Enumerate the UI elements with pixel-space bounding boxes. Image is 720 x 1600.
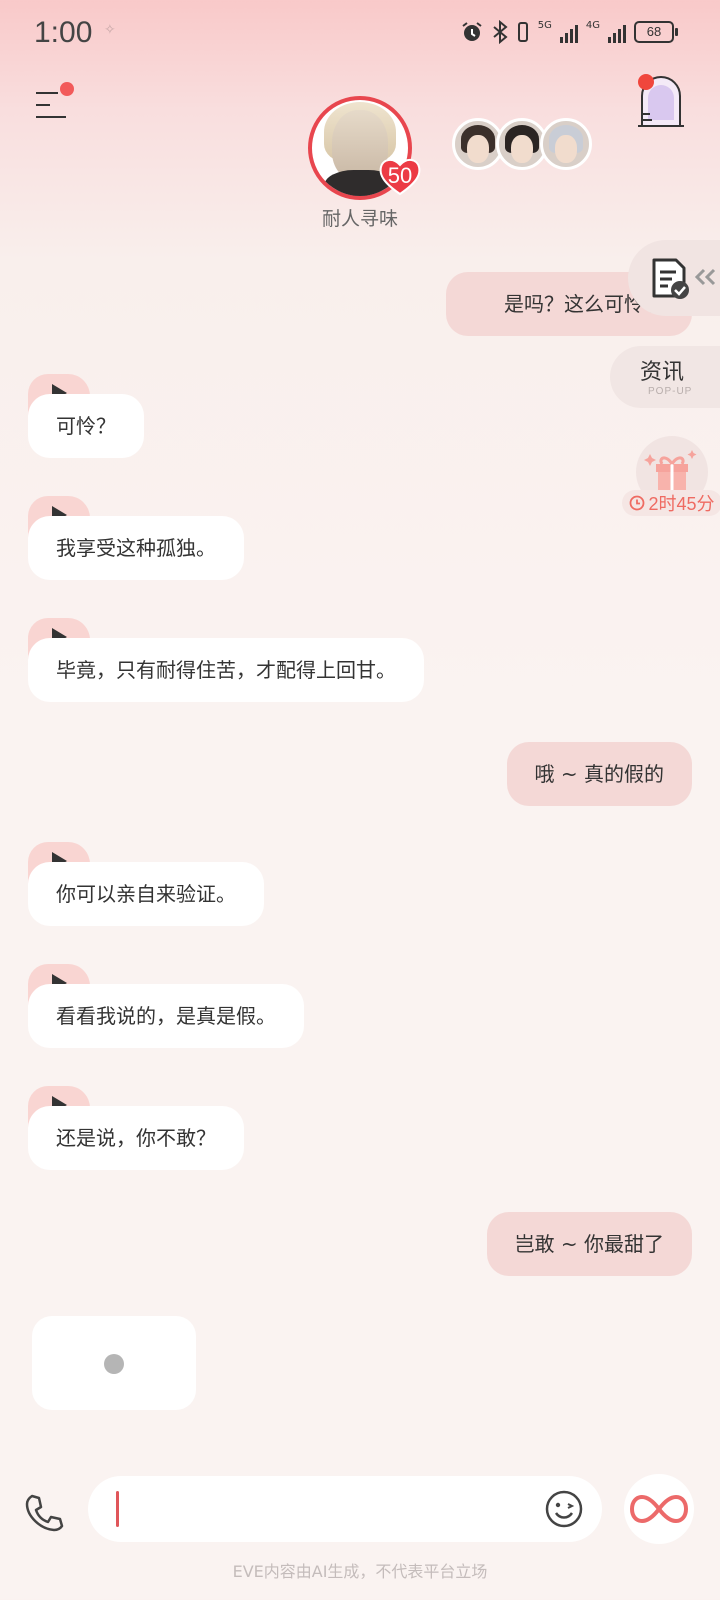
message-input[interactable]: [88, 1476, 602, 1542]
network-5g-label: 5G: [537, 20, 552, 31]
status-icons: 5G 4G 68: [460, 20, 678, 44]
battery-icon: 68: [634, 21, 678, 43]
message-bubble-ai: 可怜？: [28, 394, 144, 458]
friend-avatar-3[interactable]: [540, 118, 592, 170]
phone-icon: [25, 1494, 64, 1532]
emoji-icon: [545, 1490, 583, 1528]
message-bubble-ai: 毕竟，只有耐得住苦，才配得上回甘。: [28, 638, 424, 702]
alarm-icon: [462, 22, 482, 41]
infinity-icon: [629, 1494, 689, 1524]
text-cursor: [116, 1491, 119, 1527]
status-time: 1:00: [34, 16, 93, 49]
message-bubble-ai: 我享受这种孤独。: [28, 516, 244, 580]
gift-countdown: 2时45分: [622, 490, 720, 516]
message-bubble-user: 岂敢 ~ 你最甜了: [486, 1212, 692, 1276]
status-indicator-icon: ✧: [104, 22, 116, 38]
network-4g-label: 4G: [585, 20, 600, 31]
voice-call-button[interactable]: [22, 1490, 66, 1534]
signal-4g-icon: [608, 21, 626, 43]
notification-dot: [60, 82, 74, 96]
notification-dot: [638, 74, 654, 90]
clock-icon: [630, 495, 645, 511]
signal-5g-icon: [559, 21, 578, 43]
affinity-heart-badge: 50: [378, 156, 422, 196]
battery-level: 68: [646, 24, 662, 39]
message-bubble-ai: 你可以亲自来验证。: [28, 862, 264, 926]
side-document-button[interactable]: [628, 240, 720, 316]
menu-button[interactable]: [36, 92, 68, 120]
message-bubble-ai: 还是说，你不敢？: [28, 1106, 244, 1170]
bluetooth-icon: [493, 20, 508, 44]
collapse-chevrons-icon: [694, 268, 716, 286]
news-label: 资讯: [640, 360, 685, 385]
news-popup-button[interactable]: 资讯 POP-UP: [610, 346, 720, 408]
message-bubble-ai: 看看我说的，是真是假。: [28, 984, 304, 1048]
character-name: 耐人寻味: [321, 208, 398, 230]
document-check-icon: [652, 258, 689, 299]
infinity-button[interactable]: [624, 1474, 694, 1544]
emoji-button[interactable]: [544, 1489, 584, 1529]
gift-timer-text: 2时45分: [648, 494, 715, 514]
news-sub-label: POP-UP: [648, 386, 693, 397]
vibrate-icon: [517, 22, 528, 42]
ai-disclaimer: EVE内容由AI生成，不代表平台立场: [232, 1562, 488, 1581]
typing-indicator: [32, 1316, 196, 1410]
message-bubble-user: 哦 ~ 真的假的: [506, 742, 692, 806]
affinity-level: 50: [387, 163, 413, 188]
